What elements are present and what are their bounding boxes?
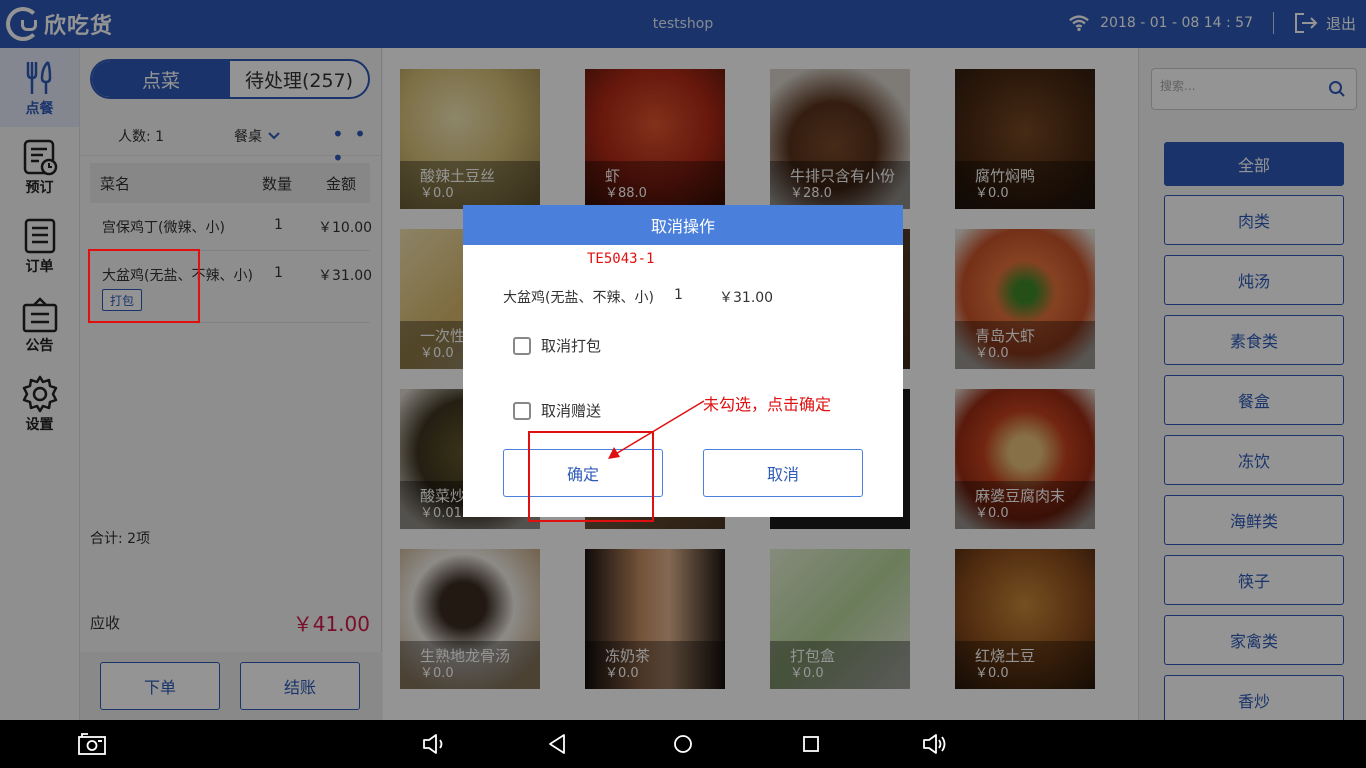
dialog-item-amount: ￥31.00	[719, 290, 774, 306]
home-icon[interactable]	[669, 732, 697, 756]
screenshot-icon[interactable]	[78, 732, 106, 756]
dialog-code: TE5043-1	[587, 251, 655, 267]
cancel-button[interactable]: 取消	[703, 449, 863, 497]
cancel-pack-option[interactable]: 取消打包	[513, 335, 601, 356]
dialog-item-name: 大盆鸡(无盐、不辣、小)	[503, 290, 654, 306]
back-icon[interactable]	[544, 732, 572, 756]
dialog-item-qty: 1	[674, 287, 683, 303]
cancel-gift-label: 取消赠送	[541, 402, 602, 420]
volume-up-icon[interactable]	[921, 732, 949, 756]
cancel-gift-checkbox[interactable]	[513, 401, 531, 420]
dialog-title: 取消操作	[463, 205, 903, 245]
cancel-gift-option[interactable]: 取消赠送	[513, 400, 601, 421]
cancel-pack-label: 取消打包	[541, 337, 602, 355]
android-nav-bar	[0, 720, 1366, 768]
highlight-box	[88, 249, 200, 323]
recent-apps-icon[interactable]	[797, 732, 825, 756]
volume-down-icon[interactable]	[420, 732, 448, 756]
annotation-note: 未勾选，点击确定	[703, 395, 832, 414]
annotation-arrow-icon	[608, 400, 705, 459]
cancel-pack-checkbox[interactable]	[513, 336, 531, 355]
